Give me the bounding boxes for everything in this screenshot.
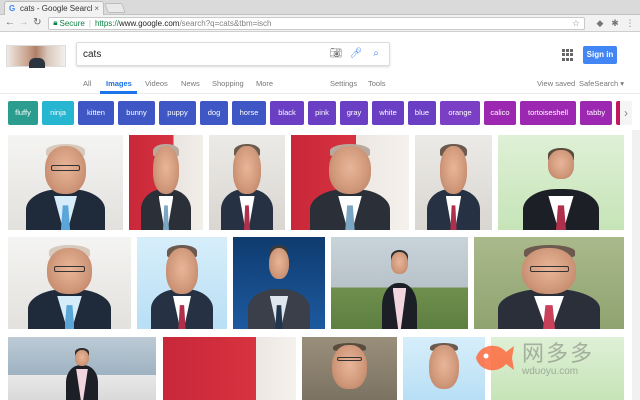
image-result[interactable] <box>129 135 203 230</box>
chip-label: orange <box>448 108 472 117</box>
fish-logo-icon <box>476 345 514 371</box>
watermark-domain: wduoyu.com <box>522 366 579 377</box>
chip-white[interactable]: white <box>372 101 404 125</box>
chip-ninja[interactable]: ninja <box>42 101 74 125</box>
image-result[interactable] <box>498 135 624 230</box>
chevron-right-icon[interactable]: › <box>620 101 632 125</box>
image-result[interactable] <box>8 337 156 400</box>
tab-active[interactable]: G cats - Google Search × <box>4 1 104 15</box>
search-by-image-thumbnail[interactable] <box>6 45 66 68</box>
apps-grid-icon[interactable] <box>562 49 574 61</box>
secure-label: Secure <box>59 18 85 28</box>
address-bar[interactable]: 🔒︎ Secure | https:// www.google.com /sea… <box>48 16 585 30</box>
sign-in-button[interactable]: Sign in <box>583 46 617 64</box>
image-result[interactable] <box>8 237 131 329</box>
chip-label: kitten <box>87 108 105 117</box>
safesearch-dropdown[interactable]: SafeSearch ▾ <box>579 79 624 88</box>
bookmark-star-icon[interactable]: ☆ <box>572 18 580 29</box>
new-tab-button[interactable] <box>104 3 126 13</box>
chip-label: pink <box>315 108 329 117</box>
chip-dog[interactable]: dog <box>200 101 228 125</box>
url-host: www.google.com <box>118 18 180 28</box>
tab-strip: G cats - Google Search × <box>0 0 640 15</box>
microphone-icon[interactable]: 🎤︎ <box>349 47 363 61</box>
image-result[interactable] <box>415 135 492 230</box>
image-result[interactable] <box>302 337 397 400</box>
tab-more[interactable]: More <box>256 79 273 88</box>
tab-title: cats - Google Search <box>20 4 93 13</box>
chip-fluffy[interactable]: fluffy <box>8 101 38 125</box>
forward-arrow-icon[interactable]: → <box>18 17 30 29</box>
reload-icon[interactable]: ↻ <box>32 17 44 29</box>
active-tab-indicator <box>100 91 137 94</box>
chip-label: white <box>379 108 397 117</box>
address-separator: | <box>88 18 91 28</box>
chip-tabby[interactable]: tabby <box>580 101 612 125</box>
tab-news[interactable]: News <box>181 79 200 88</box>
search-icon[interactable]: ⌕ <box>369 47 383 61</box>
search-nav: All Images Videos News Shopping More Set… <box>0 74 640 94</box>
chip-label: ninja <box>50 108 66 117</box>
site-watermark: 网多多 wduoyu.com <box>470 330 620 400</box>
page-scrollbar[interactable] <box>632 130 640 400</box>
chip-tortoiseshell[interactable]: tortoiseshell <box>520 101 576 125</box>
image-result[interactable] <box>331 237 468 329</box>
search-input[interactable]: cats <box>83 49 323 60</box>
chip-calico[interactable]: calico <box>484 101 516 125</box>
settings-link[interactable]: Settings <box>330 79 357 88</box>
tab-all[interactable]: All <box>83 79 91 88</box>
chip-label: horse <box>239 108 259 117</box>
chip-label: fluffy <box>15 108 31 117</box>
watermark-text: 网多多 <box>522 342 595 367</box>
browser-toolbar: ← → ↻ 🔒︎ Secure | https:// www.google.co… <box>0 15 640 32</box>
search-box[interactable]: cats 📷︎ 🎤︎ ⌕ <box>76 42 390 66</box>
chip-kitten[interactable]: kitten <box>78 101 114 125</box>
image-result[interactable] <box>163 337 296 400</box>
browser-menu-icon[interactable]: ⋮ <box>624 17 636 29</box>
chip-bunny[interactable]: bunny <box>118 101 155 125</box>
chip-blue[interactable]: blue <box>408 101 436 125</box>
lock-icon: 🔒︎ <box>53 18 58 27</box>
chip-label: blue <box>414 108 430 117</box>
url-scheme: https:// <box>94 18 119 28</box>
related-searches: fluffy ninja kitten bunny puppy dog hors… <box>8 101 628 125</box>
image-result[interactable] <box>291 135 409 230</box>
chip-orange[interactable]: orange <box>440 101 480 125</box>
tab-close-icon[interactable]: × <box>94 4 99 13</box>
back-arrow-icon[interactable]: ← <box>4 17 16 29</box>
chip-label: gray <box>346 108 362 117</box>
camera-icon[interactable]: 📷︎ <box>329 47 343 61</box>
chip-label: puppy <box>167 108 188 117</box>
view-saved-link[interactable]: View saved <box>537 79 575 88</box>
chip-label: bunny <box>126 108 147 117</box>
chip-label: tabby <box>586 108 606 117</box>
chip-horse[interactable]: horse <box>232 101 266 125</box>
chip-black[interactable]: black <box>270 101 304 125</box>
google-favicon-icon: G <box>9 3 16 13</box>
image-result[interactable] <box>137 237 227 329</box>
extension-icon[interactable]: ◆ <box>594 17 606 29</box>
chip-pink[interactable]: pink <box>308 101 336 125</box>
tab-videos[interactable]: Videos <box>145 79 168 88</box>
image-result[interactable] <box>8 135 123 230</box>
chip-label: black <box>278 108 296 117</box>
image-result[interactable] <box>474 237 624 329</box>
chip-gray[interactable]: gray <box>340 101 368 125</box>
url-path: /search?q=cats&tbm=isch <box>179 18 272 28</box>
tab-images[interactable]: Images <box>106 79 132 88</box>
image-result[interactable] <box>233 237 325 329</box>
tab-shopping[interactable]: Shopping <box>212 79 244 88</box>
extension-puzzle-icon[interactable]: ✱ <box>609 17 621 29</box>
image-result[interactable] <box>209 135 285 230</box>
chip-puppy[interactable]: puppy <box>159 101 196 125</box>
chip-label: tortoiseshell <box>527 108 569 117</box>
chip-label: dog <box>207 108 221 117</box>
tools-link[interactable]: Tools <box>368 79 386 88</box>
chip-label: calico <box>490 108 510 117</box>
